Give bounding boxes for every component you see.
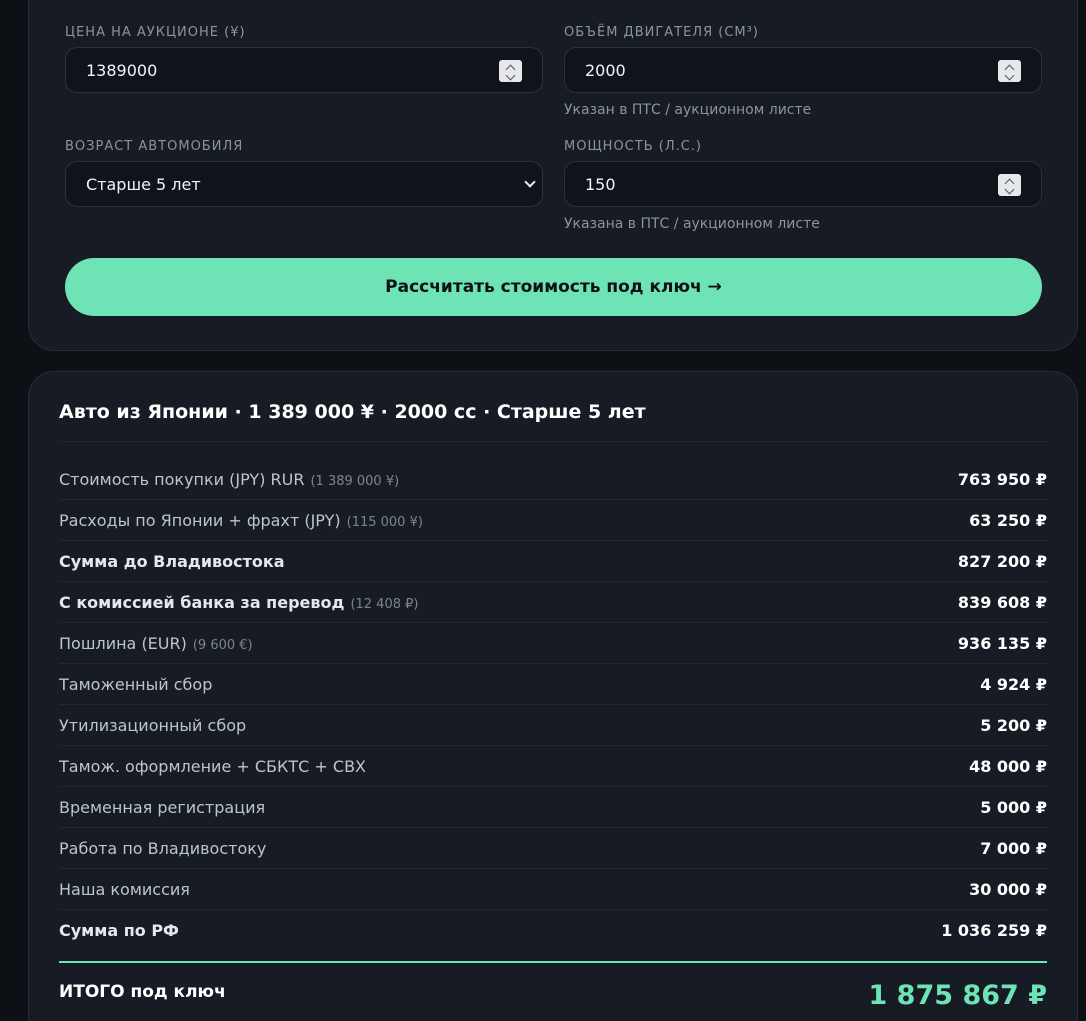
row-label: Расходы по Японии + фрахт (JPY) (115 000 … — [59, 510, 423, 530]
power-input[interactable]: 150 — [564, 161, 1042, 207]
row-value: 48 000 ₽ — [969, 756, 1047, 776]
list-item: Временная регистрация 5 000 ₽ — [59, 787, 1047, 828]
list-item: Сумма до Владивостока 827 200 ₽ — [59, 541, 1047, 582]
row-note: (1 389 000 ¥) — [310, 473, 400, 489]
total-label: ИТОГО под ключ — [59, 982, 226, 1002]
row-label: Утилизационный сбор — [59, 715, 247, 735]
row-value: 4 924 ₽ — [980, 674, 1047, 694]
row-label: Таможенный сбор — [59, 674, 213, 694]
chevron-down-icon — [505, 70, 516, 81]
list-item: С комиссией банка за перевод (12 408 ₽) 8… — [59, 582, 1047, 623]
power-label: МОЩНОСТЬ (Л.С.) — [564, 139, 703, 154]
row-label: Пошлина (EUR) (9 600 €) — [59, 633, 253, 653]
auction-price-field: ЦЕНА НА АУКЦИОНЕ (¥) 1389000 — [65, 25, 543, 93]
engine-volume-spinner[interactable] — [998, 60, 1021, 82]
row-note: (12 408 ₽) — [350, 596, 419, 612]
row-note: (9 600 €) — [192, 637, 253, 653]
auction-price-input[interactable]: 1389000 — [65, 47, 543, 93]
row-value: 827 200 ₽ — [957, 551, 1047, 571]
power-hint: Указана в ПТС / аукционном листе — [564, 216, 820, 232]
list-item: Утилизационный сбор 5 200 ₽ — [59, 705, 1047, 746]
chevron-down-icon — [1004, 70, 1015, 81]
engine-volume-input[interactable]: 2000 — [564, 47, 1042, 93]
calculate-button[interactable]: Рассчитать стоимость под ключ → — [65, 258, 1042, 316]
auction-price-label: ЦЕНА НА АУКЦИОНЕ (¥) — [65, 25, 246, 40]
result-panel: Авто из Японии · 1 389 000 ¥ · 2000 cc ·… — [28, 371, 1078, 1021]
row-value: 1 036 259 ₽ — [941, 921, 1047, 940]
total-divider — [59, 961, 1047, 963]
power-field: МОЩНОСТЬ (Л.С.) 150 Указана в ПТС / аукц… — [564, 139, 1042, 232]
row-value: 936 135 ₽ — [957, 633, 1047, 653]
list-item: Расходы по Японии + фрахт (JPY) (115 000 … — [59, 500, 1047, 541]
power-spinner[interactable] — [998, 174, 1021, 196]
row-label: С комиссией банка за перевод (12 408 ₽) — [59, 592, 419, 612]
cost-breakdown-list: Стоимость покупки (JPY) RUR (1 389 000 ¥)… — [59, 459, 1047, 951]
divider — [59, 441, 1047, 442]
row-label: Сумма до Владивостока — [59, 551, 285, 571]
list-item: Наша комиссия 30 000 ₽ — [59, 869, 1047, 910]
car-age-label: ВОЗРАСТ АВТОМОБИЛЯ — [65, 139, 244, 154]
engine-volume-field: ОБЪЁМ ДВИГАТЕЛЯ (СМ³) 2000 Указан в ПТС … — [564, 25, 1042, 118]
list-item: Стоимость покупки (JPY) RUR (1 389 000 ¥)… — [59, 459, 1047, 500]
engine-volume-label: ОБЪЁМ ДВИГАТЕЛЯ (СМ³) — [564, 25, 759, 40]
calculator-form-panel: ЦЕНА НА АУКЦИОНЕ (¥) 1389000 ОБЪЁМ ДВИГА… — [28, 0, 1078, 351]
row-value: 7 000 ₽ — [980, 838, 1047, 858]
row-label: Тамож. оформление + СБКТС + СВХ — [59, 756, 366, 776]
row-label: Стоимость покупки (JPY) RUR (1 389 000 ¥) — [59, 469, 400, 489]
row-label: Наша комиссия — [59, 879, 190, 899]
list-item: Пошлина (EUR) (9 600 €) 936 135 ₽ — [59, 623, 1047, 664]
row-note: (115 000 ¥) — [346, 514, 423, 530]
auction-price-spinner[interactable] — [499, 60, 522, 82]
row-value: 5 000 ₽ — [980, 797, 1047, 817]
engine-volume-value: 2000 — [585, 60, 626, 80]
row-label: Временная регистрация — [59, 797, 266, 817]
chevron-down-icon — [1004, 184, 1015, 195]
list-item: Тамож. оформление + СБКТС + СВХ 48 000 ₽ — [59, 746, 1047, 787]
list-item: Сумма по РФ 1 036 259 ₽ — [59, 910, 1047, 951]
row-value: 763 950 ₽ — [957, 469, 1047, 489]
list-item: Таможенный сбор 4 924 ₽ — [59, 664, 1047, 705]
power-value: 150 — [585, 174, 616, 194]
auction-price-value: 1389000 — [86, 60, 158, 80]
car-age-field: ВОЗРАСТ АВТОМОБИЛЯ Старше 5 лет — [65, 139, 543, 207]
car-age-select[interactable]: Старше 5 лет — [65, 161, 543, 207]
list-item: Работа по Владивостоку 7 000 ₽ — [59, 828, 1047, 869]
row-value: 30 000 ₽ — [969, 879, 1047, 899]
row-value: 63 250 ₽ — [969, 510, 1047, 530]
row-label: Работа по Владивостоку — [59, 838, 267, 858]
row-value: 5 200 ₽ — [980, 715, 1047, 735]
row-value: 839 608 ₽ — [957, 592, 1047, 612]
chevron-down-icon — [524, 176, 536, 188]
car-age-value: Старше 5 лет — [86, 174, 201, 194]
engine-volume-hint: Указан в ПТС / аукционном листе — [564, 102, 812, 118]
total-value: 1 875 867 ₽ — [868, 980, 1048, 1011]
row-label: Сумма по РФ — [59, 921, 179, 940]
result-title: Авто из Японии · 1 389 000 ¥ · 2000 cc ·… — [59, 401, 646, 423]
